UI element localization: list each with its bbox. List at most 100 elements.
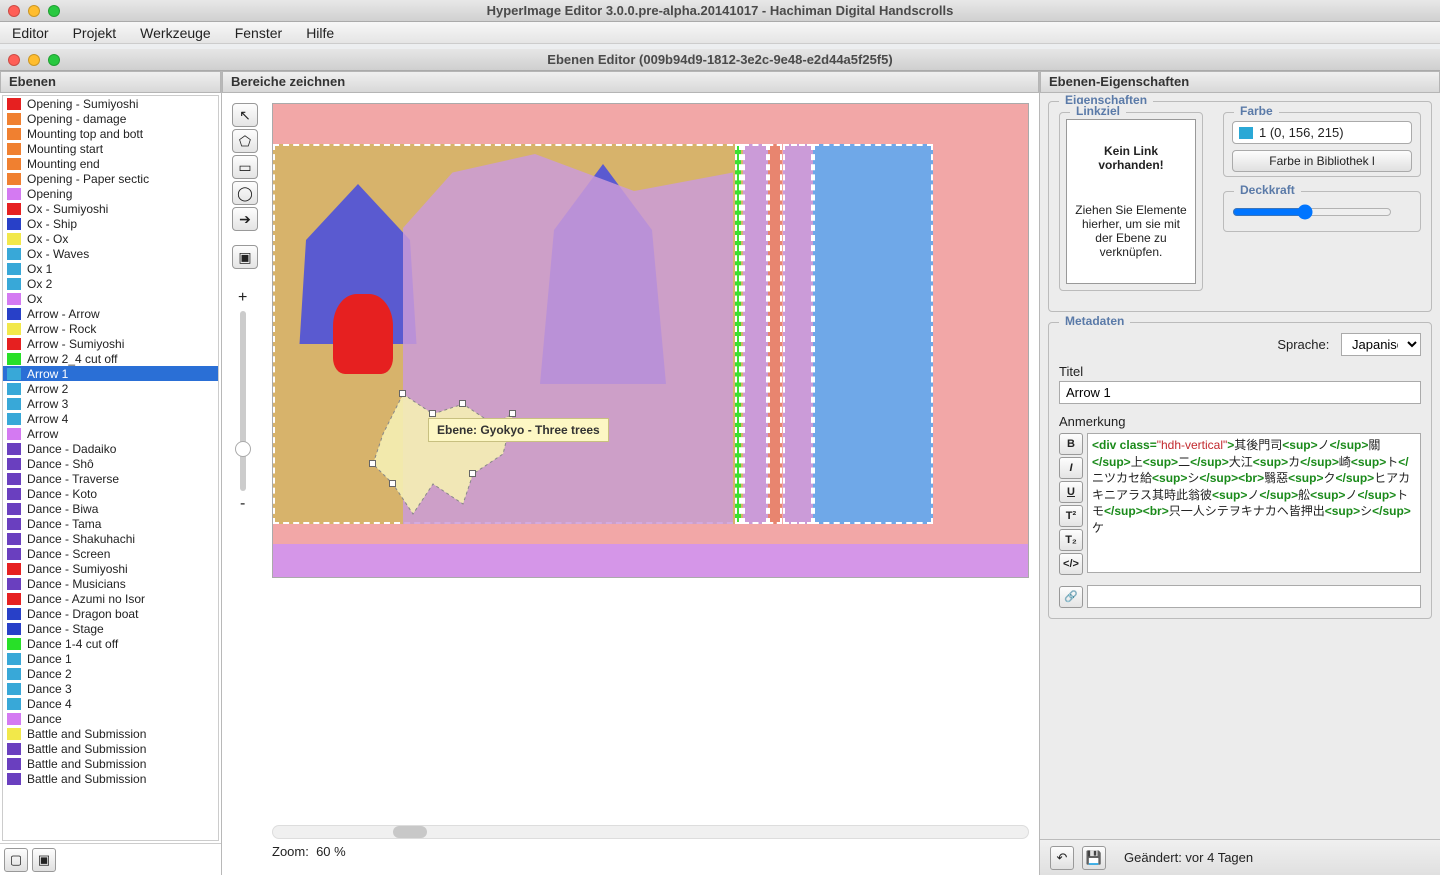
layer-row[interactable]: Dance - Dadaiko	[3, 441, 218, 456]
image-canvas[interactable]: Ebene: Gyokyo - Three trees	[272, 103, 1029, 578]
layer-name: Opening - damage	[27, 112, 126, 126]
layer-row[interactable]: Opening - Paper sectic	[3, 171, 218, 186]
fmt-sup-button[interactable]: T²	[1059, 505, 1083, 527]
layer-row[interactable]: Ox - Waves	[3, 246, 218, 261]
layer-name: Mounting start	[27, 142, 103, 156]
layer-action-1-button[interactable]: ▢	[4, 848, 28, 872]
menu-werkzeuge[interactable]: Werkzeuge	[140, 25, 211, 41]
layer-row[interactable]: Dance - Traverse	[3, 471, 218, 486]
layer-row[interactable]: Dance - Shakuhachi	[3, 531, 218, 546]
layer-action-2-button[interactable]: ▣	[32, 848, 56, 872]
layer-color-swatch	[7, 608, 21, 620]
annotation-textarea[interactable]: <div class="hdh-vertical">其後門司<sup>ノ</su…	[1087, 433, 1421, 573]
undo-button[interactable]: ↶	[1050, 846, 1074, 870]
layer-row[interactable]: Dance - Stage	[3, 621, 218, 636]
layer-row[interactable]: Dance 1	[3, 651, 218, 666]
layer-row[interactable]: Mounting top and bott	[3, 126, 218, 141]
layer-row[interactable]: Battle and Submission	[3, 771, 218, 786]
fmt-bold-button[interactable]: B	[1059, 433, 1083, 455]
save-button[interactable]: 💾	[1082, 846, 1106, 870]
layer-row[interactable]: Battle and Submission	[3, 726, 218, 741]
layer-name: Mounting end	[27, 157, 100, 171]
menu-editor[interactable]: Editor	[12, 25, 49, 41]
link-insert-button[interactable]: 🔗	[1059, 586, 1083, 608]
layer-color-swatch	[7, 368, 21, 380]
color-selector[interactable]: 1 (0, 156, 215)	[1232, 121, 1412, 144]
minimize-window-button[interactable]	[28, 5, 40, 17]
layer-row[interactable]: Dance	[3, 711, 218, 726]
layer-row[interactable]: Arrow 1	[3, 366, 218, 381]
layer-row[interactable]: Opening	[3, 186, 218, 201]
layer-name: Dance - Biwa	[27, 502, 98, 516]
layer-row[interactable]: Ox 2	[3, 276, 218, 291]
close-doc-button[interactable]	[8, 54, 20, 66]
layer-name: Arrow 2_4 cut off	[27, 352, 118, 366]
layer-list[interactable]: Opening - SumiyoshiOpening - damageMount…	[2, 95, 219, 841]
tool-arrow[interactable]: ➔	[232, 207, 258, 231]
layer-row[interactable]: Battle and Submission	[3, 756, 218, 771]
layer-row[interactable]: Dance - Azumi no Isor	[3, 591, 218, 606]
fmt-italic-button[interactable]: I	[1059, 457, 1083, 479]
tool-crop[interactable]: ▣	[232, 245, 258, 269]
layer-row[interactable]: Dance - Dragon boat	[3, 606, 218, 621]
layer-row[interactable]: Opening - Sumiyoshi	[3, 96, 218, 111]
layer-row[interactable]: Arrow 3	[3, 396, 218, 411]
fmt-underline-button[interactable]: U	[1059, 481, 1083, 503]
menu-projekt[interactable]: Projekt	[73, 25, 117, 41]
layer-row[interactable]: Ox	[3, 291, 218, 306]
layer-row[interactable]: Opening - damage	[3, 111, 218, 126]
layer-row[interactable]: Arrow - Sumiyoshi	[3, 336, 218, 351]
menu-fenster[interactable]: Fenster	[235, 25, 282, 41]
layer-row[interactable]: Dance - Biwa	[3, 501, 218, 516]
zoom-in-button[interactable]: +	[238, 289, 247, 307]
layer-row[interactable]: Dance 4	[3, 696, 218, 711]
layer-row[interactable]: Ox 1	[3, 261, 218, 276]
zoom-slider[interactable]	[240, 311, 246, 491]
layer-row[interactable]: Mounting end	[3, 156, 218, 171]
layer-row[interactable]: Ox - Ship	[3, 216, 218, 231]
layer-row[interactable]: Dance - Shô	[3, 456, 218, 471]
zoom-out-button[interactable]: -	[240, 495, 245, 513]
layer-row[interactable]: Dance - Tama	[3, 516, 218, 531]
layer-row[interactable]: Dance 3	[3, 681, 218, 696]
layer-row[interactable]: Arrow - Arrow	[3, 306, 218, 321]
canvas-h-scrollbar[interactable]	[272, 825, 1029, 839]
layer-row[interactable]: Dance - Koto	[3, 486, 218, 501]
opacity-slider[interactable]	[1232, 204, 1392, 220]
layer-color-swatch	[7, 248, 21, 260]
layer-row[interactable]: Dance 2	[3, 666, 218, 681]
layer-row[interactable]: Ox - Ox	[3, 231, 218, 246]
layer-row[interactable]: Mounting start	[3, 141, 218, 156]
minimize-doc-button[interactable]	[28, 54, 40, 66]
tool-ellipse[interactable]: ◯	[232, 181, 258, 205]
layer-color-swatch	[7, 713, 21, 725]
layer-name: Dance 3	[27, 682, 72, 696]
layer-row[interactable]: Dance - Musicians	[3, 576, 218, 591]
layer-row[interactable]: Ox - Sumiyoshi	[3, 201, 218, 216]
layer-row[interactable]: Dance 1-4 cut off	[3, 636, 218, 651]
tool-rectangle[interactable]: ▭	[232, 155, 258, 179]
layer-row[interactable]: Arrow	[3, 426, 218, 441]
title-input[interactable]	[1059, 381, 1421, 404]
language-select[interactable]: Japanisch	[1341, 333, 1421, 356]
layer-row[interactable]: Battle and Submission	[3, 741, 218, 756]
layer-name: Ox - Sumiyoshi	[27, 202, 108, 216]
fmt-code-button[interactable]: </>	[1059, 553, 1083, 575]
layer-row[interactable]: Dance - Sumiyoshi	[3, 561, 218, 576]
fmt-sub-button[interactable]: T₂	[1059, 529, 1083, 551]
zoom-window-button[interactable]	[48, 5, 60, 17]
color-library-button[interactable]: Farbe in Bibliothek l	[1232, 150, 1412, 172]
layer-row[interactable]: Arrow - Rock	[3, 321, 218, 336]
layer-row[interactable]: Dance - Screen	[3, 546, 218, 561]
layer-color-swatch	[7, 443, 21, 455]
link-input[interactable]	[1087, 585, 1421, 608]
link-drop-target[interactable]: Kein Link vorhanden! Ziehen Sie Elemente…	[1066, 119, 1196, 284]
menu-hilfe[interactable]: Hilfe	[306, 25, 334, 41]
layer-row[interactable]: Arrow 2	[3, 381, 218, 396]
layer-row[interactable]: Arrow 4	[3, 411, 218, 426]
tool-pointer[interactable]: ↖	[232, 103, 258, 127]
close-window-button[interactable]	[8, 5, 20, 17]
zoom-doc-button[interactable]	[48, 54, 60, 66]
layer-row[interactable]: Arrow 2_4 cut off	[3, 351, 218, 366]
tool-polygon[interactable]: ⬠	[232, 129, 258, 153]
